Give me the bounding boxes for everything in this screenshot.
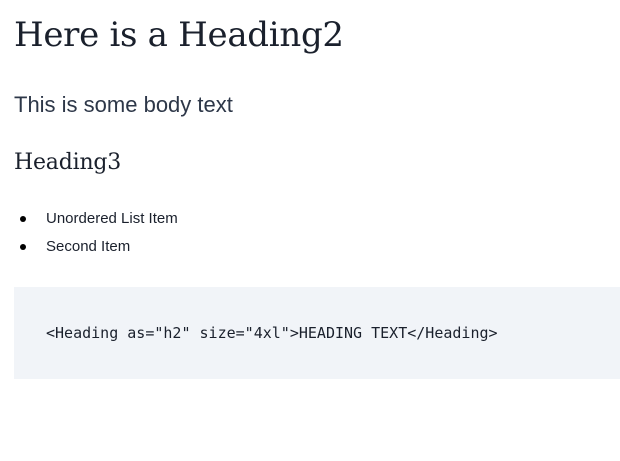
unordered-list: Unordered List Item Second Item bbox=[14, 207, 178, 263]
list-item: Unordered List Item bbox=[14, 207, 178, 235]
code-block: <Heading as="h2" size="4xl">HEADING TEXT… bbox=[14, 287, 620, 379]
body-text: This is some body text bbox=[14, 92, 233, 117]
code-snippet: <Heading as="h2" size="4xl">HEADING TEXT… bbox=[46, 324, 498, 342]
list-item-label: Second Item bbox=[46, 238, 131, 255]
list-item: Second Item bbox=[14, 235, 178, 263]
bullet-icon bbox=[20, 216, 26, 222]
bullet-icon bbox=[20, 244, 26, 250]
list-item-label: Unordered List Item bbox=[46, 210, 178, 227]
heading-2: Here is a Heading2 bbox=[14, 15, 344, 55]
heading-3: Heading3 bbox=[14, 150, 122, 175]
